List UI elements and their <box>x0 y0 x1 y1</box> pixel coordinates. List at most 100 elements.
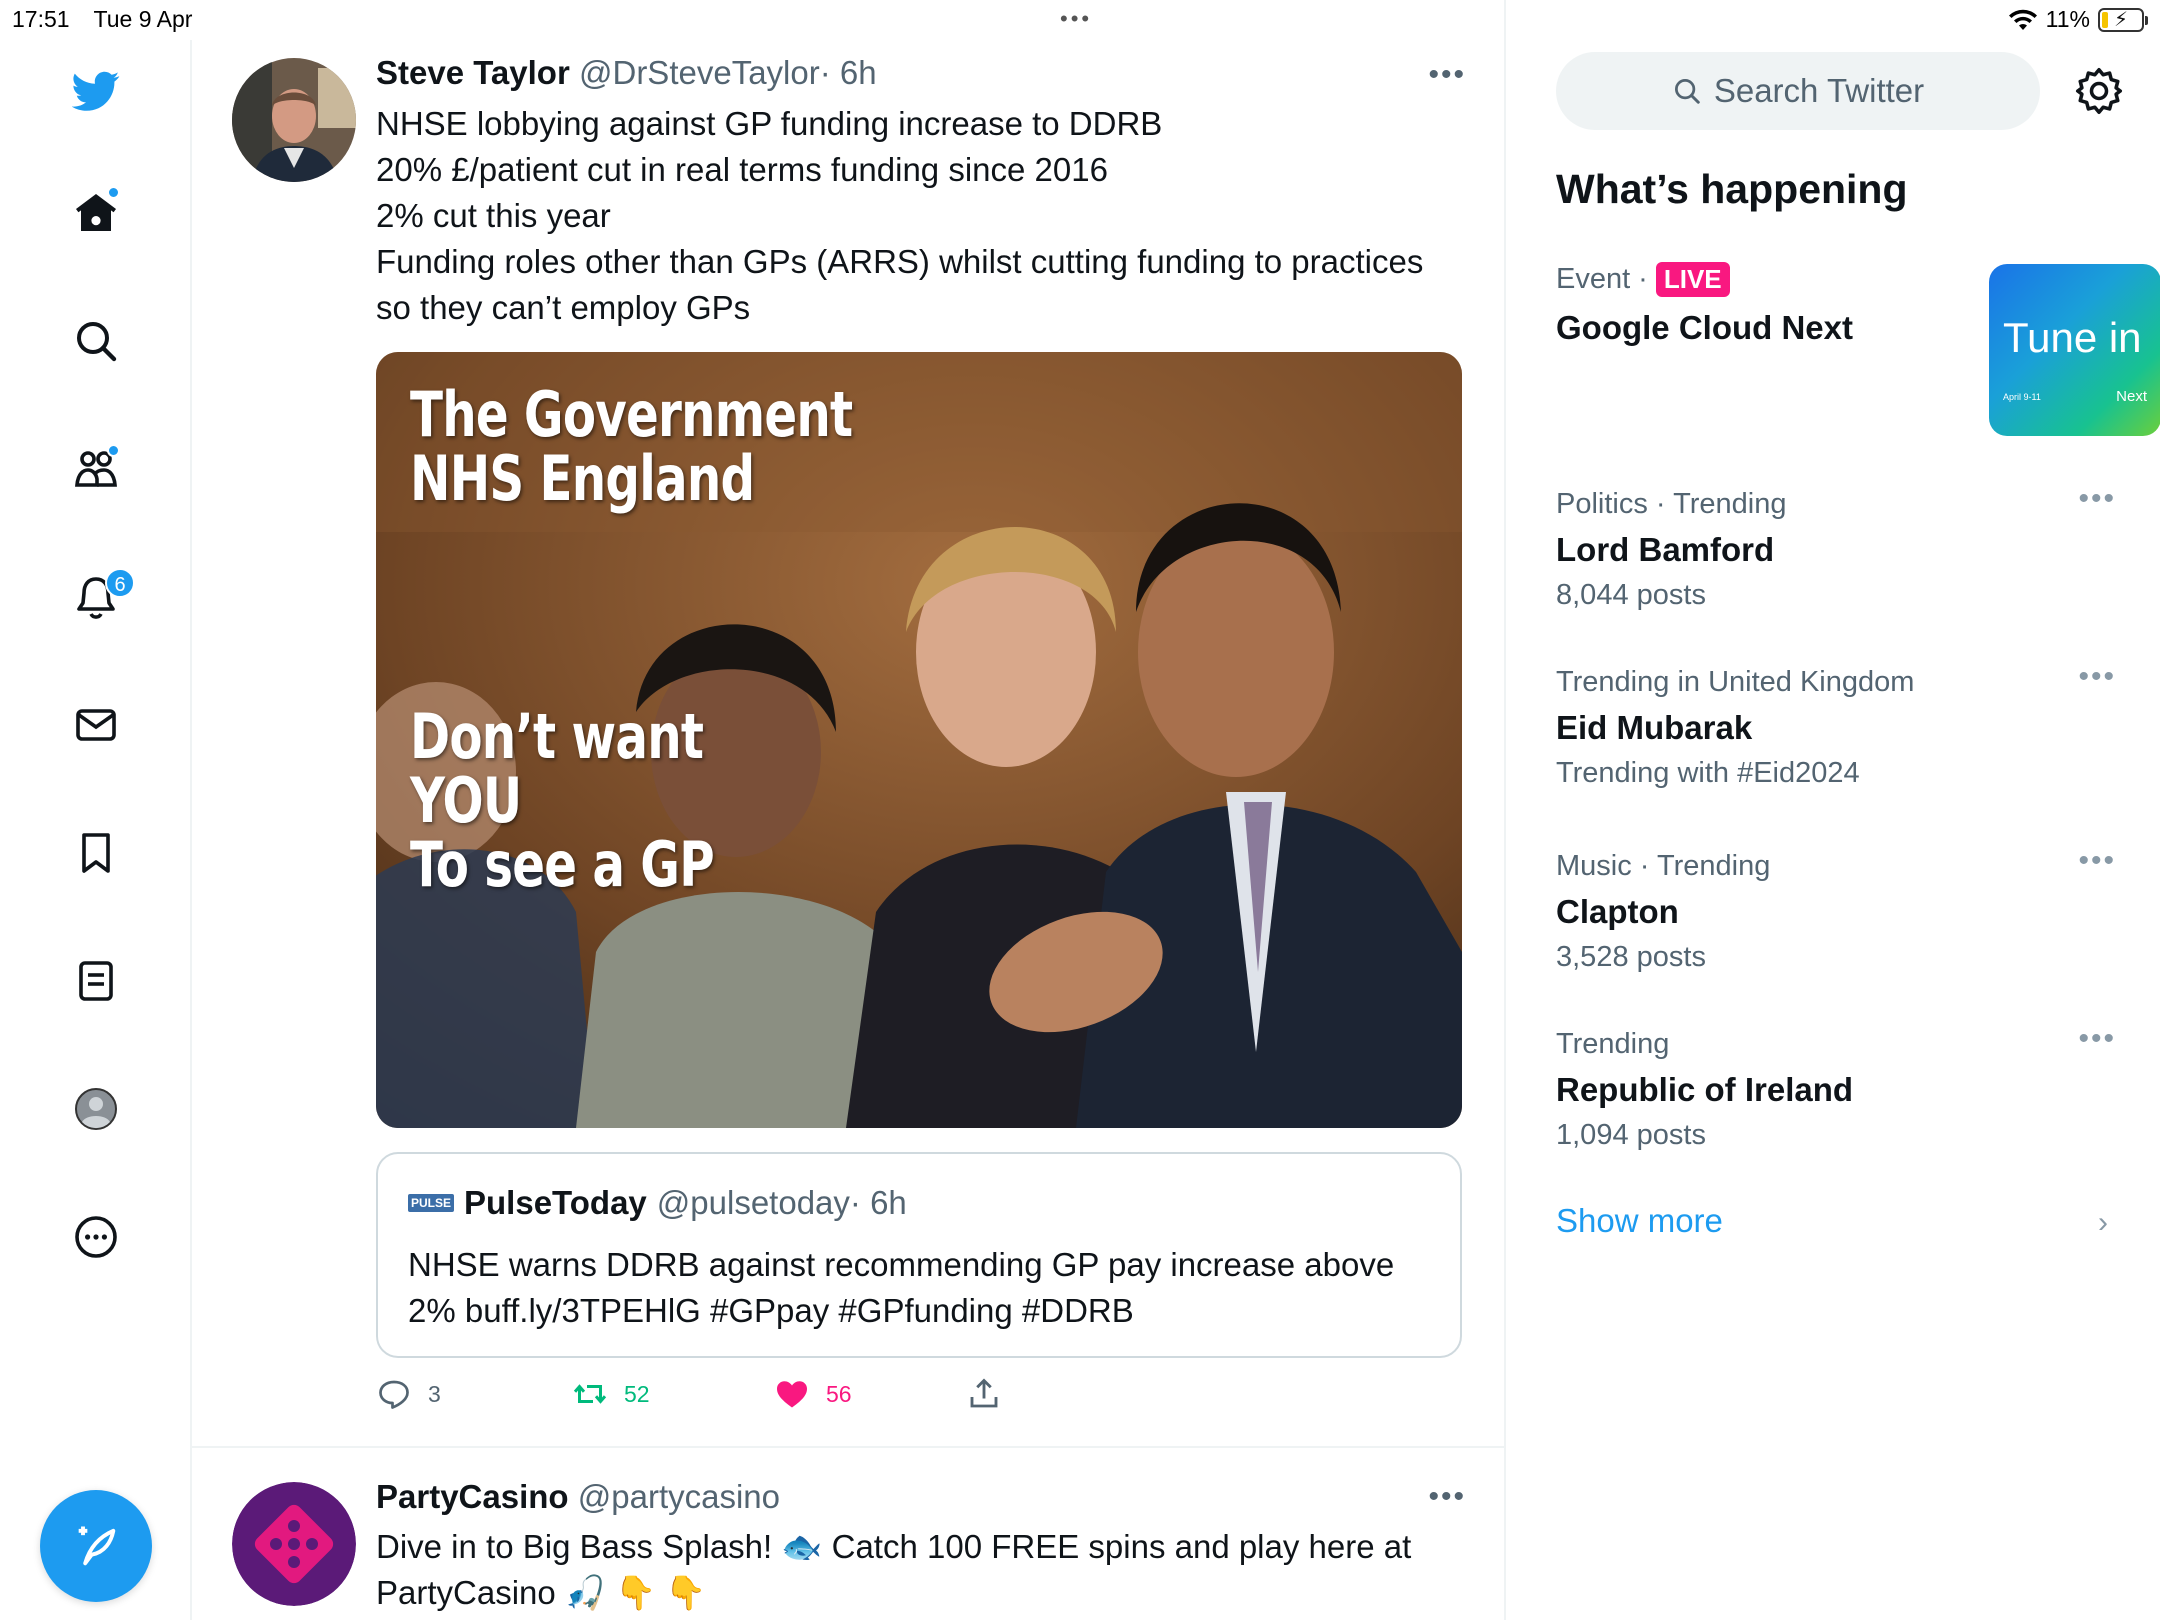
trend-more-button[interactable]: ••• <box>2078 660 2116 694</box>
tweet-text-line: Funding roles other than GPs (ARRS) whil… <box>376 243 1424 280</box>
right-sidebar: Search Twitter What’s happening Event · … <box>1508 0 2160 1620</box>
media-caption-line: To see a GP <box>410 828 715 901</box>
tweet-media-image[interactable]: The Government NHS England Don’t want YO… <box>376 352 1462 1128</box>
tweet-text: Dive in to Big Bass Splash! 🐟 Catch 100 … <box>376 1524 1476 1616</box>
home-icon[interactable] <box>67 184 125 242</box>
bookmarks-icon[interactable] <box>67 824 125 882</box>
trend-posts: 8,044 posts <box>1556 579 1706 611</box>
trend-name: Lord Bamford <box>1556 531 1775 568</box>
author-avatar[interactable] <box>232 58 356 182</box>
status-date: Tue 9 Apr <box>93 6 193 32</box>
twitter-logo-icon[interactable] <box>67 62 125 120</box>
tweet-text-line: 2% cut this year <box>376 197 611 234</box>
status-time-date: 17:51 Tue 9 Apr <box>12 6 210 33</box>
event-thumbnail-brand: Next <box>2116 388 2147 405</box>
quoted-tweet-header: PULSE PulseToday @pulsetoday· 6h <box>408 1184 907 1222</box>
tweet-time[interactable]: · 6h <box>820 54 877 91</box>
like-button[interactable]: 56 <box>774 1376 852 1412</box>
search-icon <box>1674 79 1700 104</box>
tweet-text-line: 20% £/patient cut in real terms funding … <box>376 151 1108 188</box>
lists-icon[interactable] <box>67 952 125 1010</box>
author-name[interactable]: PartyCasino <box>376 1478 569 1515</box>
profile-avatar-icon[interactable] <box>67 1080 125 1138</box>
tweet-header: PartyCasino @partycasino <box>376 1478 780 1516</box>
quoted-tweet-text: NHSE warns DDRB against recommending GP … <box>408 1242 1438 1334</box>
compose-feather-icon <box>78 1526 116 1566</box>
author-avatar[interactable] <box>232 1482 356 1606</box>
reply-icon <box>379 1380 409 1409</box>
tweet-divider <box>192 1446 1506 1448</box>
event-thumbnail[interactable]: Tune in April 9-11 Next <box>1989 264 2160 436</box>
settings-gear-icon[interactable] <box>2074 66 2124 116</box>
quoted-text-line: 2% buff.ly/3TPEHlG #GPpay #GPfunding #DD… <box>408 1292 1134 1329</box>
retweet-icon <box>573 1384 607 1404</box>
tweet-text: NHSE lobbying against GP funding increas… <box>376 101 1476 331</box>
author-handle[interactable]: @partycasino <box>578 1478 780 1515</box>
left-sidebar: 6 <box>0 40 192 1620</box>
trend-category: Trending <box>1556 1028 1670 1060</box>
tweet-more-button[interactable]: ••• <box>1428 1480 1466 1514</box>
tweet-text-line: PartyCasino 🎣 👇 👇 <box>376 1574 707 1611</box>
tweet-text-line: Dive in to Big Bass Splash! 🐟 Catch 100 … <box>376 1528 1412 1565</box>
notifications-bell-icon[interactable]: 6 <box>67 568 135 626</box>
trend-category: Music · Trending <box>1556 850 1771 882</box>
show-more-link[interactable]: Show more <box>1556 1202 1723 1240</box>
meta-separator: · <box>1638 263 1648 295</box>
tweet-more-button[interactable]: ••• <box>1428 58 1466 92</box>
quoted-tweet[interactable]: PULSE PulseToday @pulsetoday· 6h NHSE wa… <box>376 1152 1462 1358</box>
trend-posts: 3,528 posts <box>1556 941 1706 973</box>
heart-icon <box>777 1381 807 1408</box>
event-thumbnail-text: Tune in <box>2003 314 2142 361</box>
search-bar[interactable]: Search Twitter <box>1556 52 2040 130</box>
media-caption-line: NHS England <box>410 442 755 515</box>
chevron-right-icon[interactable]: › <box>2098 1206 2108 1240</box>
share-button[interactable] <box>966 1376 1002 1412</box>
trend-item[interactable]: Politics · Trending Lord Bamford 8,044 p… <box>1556 482 2116 612</box>
quoted-text-line: NHSE warns DDRB against recommending GP … <box>408 1246 1395 1283</box>
tweet-text-line: NHSE lobbying against GP funding increas… <box>376 105 1163 142</box>
media-caption-line: Don’t want <box>410 700 704 773</box>
explore-search-icon[interactable] <box>67 312 125 370</box>
quoted-tweet-time: · 6h <box>849 1184 907 1221</box>
event-card[interactable]: Event · LIVE Google Cloud Next Tune in A… <box>1556 262 2160 442</box>
author-handle[interactable]: @DrSteveTaylor <box>579 54 820 91</box>
like-count: 56 <box>826 1380 852 1407</box>
trend-category: Politics · Trending <box>1556 488 1787 520</box>
pulse-logo: PULSE <box>408 1194 455 1212</box>
trend-more-button[interactable]: ••• <box>2078 844 2116 878</box>
search-placeholder: Search Twitter <box>1713 72 1925 109</box>
retweet-button[interactable]: 52 <box>572 1376 650 1412</box>
messages-envelope-icon[interactable] <box>67 696 125 754</box>
trend-item[interactable]: Trending Republic of Ireland 1,094 posts… <box>1556 1022 2116 1152</box>
trend-name: Eid Mubarak <box>1556 709 1753 746</box>
trend-name: Republic of Ireland <box>1556 1071 1854 1108</box>
live-badge: LIVE <box>1655 262 1730 297</box>
author-name[interactable]: Steve Taylor <box>376 54 570 91</box>
tweet-text-line: so they can’t employ GPs <box>376 289 751 326</box>
communities-icon[interactable] <box>67 440 125 498</box>
whats-happening-title: What’s happening <box>1556 166 1908 212</box>
timeline-feed: Steve Taylor @DrSteveTaylor· 6h ••• NHSE… <box>192 0 1506 1620</box>
trend-more-button[interactable]: ••• <box>2078 1022 2116 1056</box>
tweet-actions: 3 52 56 <box>376 1376 1376 1426</box>
home-unread-dot <box>107 186 120 199</box>
trend-more-button[interactable]: ••• <box>2078 482 2116 516</box>
event-thumbnail-date: April 9-11 <box>2003 392 2041 402</box>
trend-name: Clapton <box>1556 893 1679 930</box>
trend-category: Trending in United Kingdom <box>1556 666 1915 698</box>
reply-button[interactable]: 3 <box>376 1376 441 1412</box>
media-caption-line: YOU <box>410 764 522 837</box>
share-icon <box>970 1378 998 1408</box>
communities-unread-dot <box>107 444 120 457</box>
quoted-author-handle: @pulsetoday <box>656 1184 850 1221</box>
compose-tweet-button[interactable] <box>40 1490 152 1602</box>
trend-item[interactable]: Music · Trending Clapton 3,528 posts ••• <box>1556 844 2116 974</box>
status-time: 17:51 <box>12 6 70 32</box>
media-caption-line: The Government <box>410 378 853 451</box>
trend-posts: 1,094 posts <box>1556 1119 1706 1151</box>
reply-count: 3 <box>428 1380 441 1407</box>
tweet-header: Steve Taylor @DrSteveTaylor· 6h <box>376 54 877 92</box>
more-options-icon[interactable] <box>67 1208 125 1266</box>
trend-item[interactable]: Trending in United Kingdom Eid Mubarak T… <box>1556 660 2116 790</box>
quoted-author-name: PulseToday <box>464 1184 647 1221</box>
